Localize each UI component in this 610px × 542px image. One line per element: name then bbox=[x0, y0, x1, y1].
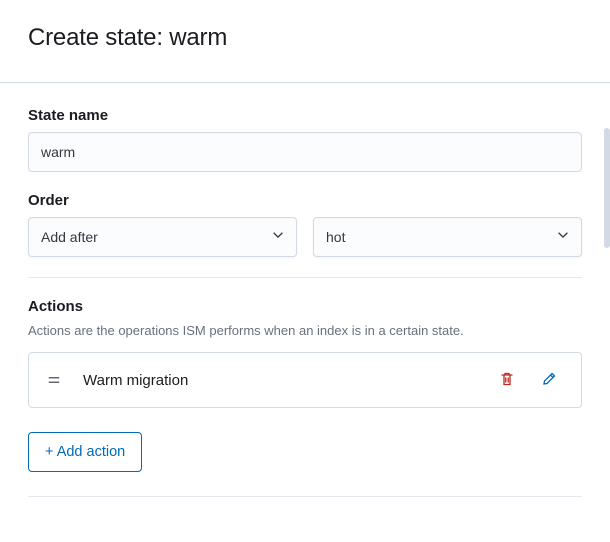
order-position-select[interactable]: Add after bbox=[28, 217, 297, 257]
page-header: Create state: warm bbox=[0, 0, 610, 83]
divider bbox=[28, 277, 582, 278]
trash-icon bbox=[499, 371, 515, 390]
edit-action-button[interactable] bbox=[535, 366, 563, 394]
page-title: Create state: warm bbox=[28, 24, 582, 52]
drag-handle-icon[interactable] bbox=[47, 373, 61, 387]
actions-label: Actions bbox=[28, 298, 582, 315]
actions-group: Actions Actions are the operations ISM p… bbox=[28, 298, 582, 497]
add-action-button[interactable]: + Add action bbox=[28, 432, 142, 472]
order-label: Order bbox=[28, 192, 582, 209]
order-reference-select[interactable]: hot bbox=[313, 217, 582, 257]
form-area: State name Order Add after hot Actions A… bbox=[0, 83, 610, 541]
state-name-group: State name bbox=[28, 107, 582, 172]
delete-action-button[interactable] bbox=[493, 366, 521, 394]
state-name-input[interactable] bbox=[28, 132, 582, 172]
state-name-label: State name bbox=[28, 107, 582, 124]
action-item: Warm migration bbox=[28, 352, 582, 408]
divider bbox=[28, 496, 582, 497]
scrollbar-thumb[interactable] bbox=[604, 128, 610, 248]
order-group: Order Add after hot bbox=[28, 192, 582, 257]
action-name: Warm migration bbox=[83, 372, 479, 389]
actions-help-text: Actions are the operations ISM performs … bbox=[28, 323, 582, 338]
pencil-icon bbox=[541, 371, 557, 390]
